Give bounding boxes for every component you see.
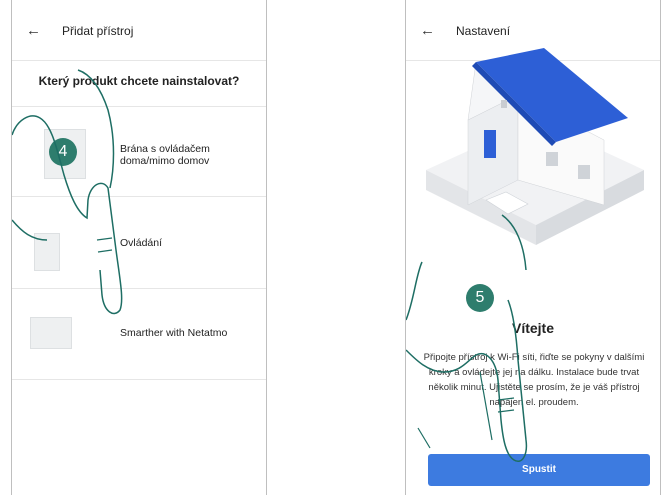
left-phone-screen: ← Přidat přístroj Který produkt chcete n…: [11, 0, 267, 495]
pointing-hand-illustration: [12, 69, 123, 315]
right-phone-screen: ← Nastavení 5 Vítejte Připojte přístroj …: [405, 0, 661, 495]
pointing-hand-illustration: [406, 261, 528, 462]
